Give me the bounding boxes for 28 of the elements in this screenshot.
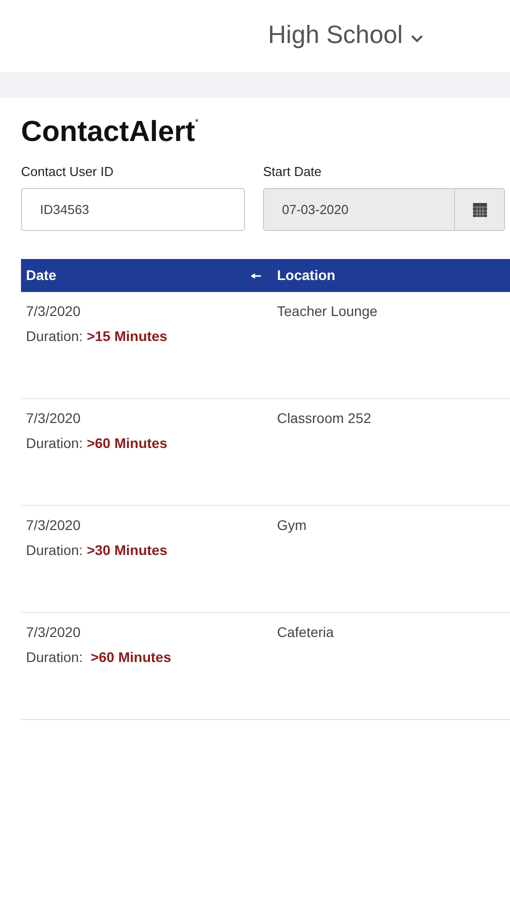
date-text: 7/3/2020 [26,516,82,536]
school-dropdown[interactable]: High School [268,17,423,55]
duration-value: >60 Minutes [90,648,172,668]
date-text: 7/3/2020 [26,409,82,428]
column-header[interactable]: Location [277,267,336,284]
calendar-icon [472,202,488,218]
chevron-down-icon [410,35,423,43]
date-text: 7/3/2020 [26,623,82,642]
duration-label: Duration: [26,541,84,560]
duration-label: Duration: [26,327,84,346]
calendar-button[interactable] [455,188,505,232]
duration-label: Duration: [26,434,84,454]
app-title: ContactAlert [21,115,196,150]
duration-value: >60 Minutes [86,434,168,454]
duration-value: >15 Minutes [86,327,168,346]
location-text: Cafeteria [277,624,334,640]
location-text: Teacher Lounge [277,303,378,320]
duration-label: Duration: [26,648,84,668]
column-header[interactable]: Date [26,265,56,286]
date-text: 7/3/2020 [26,302,82,322]
location-text: Classroom 252 [277,410,372,426]
input-field[interactable]: ID34563 [21,188,245,232]
sort-arrow-icon[interactable] [251,272,261,279]
trademark-mark: * [195,116,199,129]
field-label: Contact User ID [21,163,114,182]
duration-value: >30 Minutes [86,541,168,560]
field-label: Start Date [263,163,323,182]
location-text: Gym [277,517,307,534]
